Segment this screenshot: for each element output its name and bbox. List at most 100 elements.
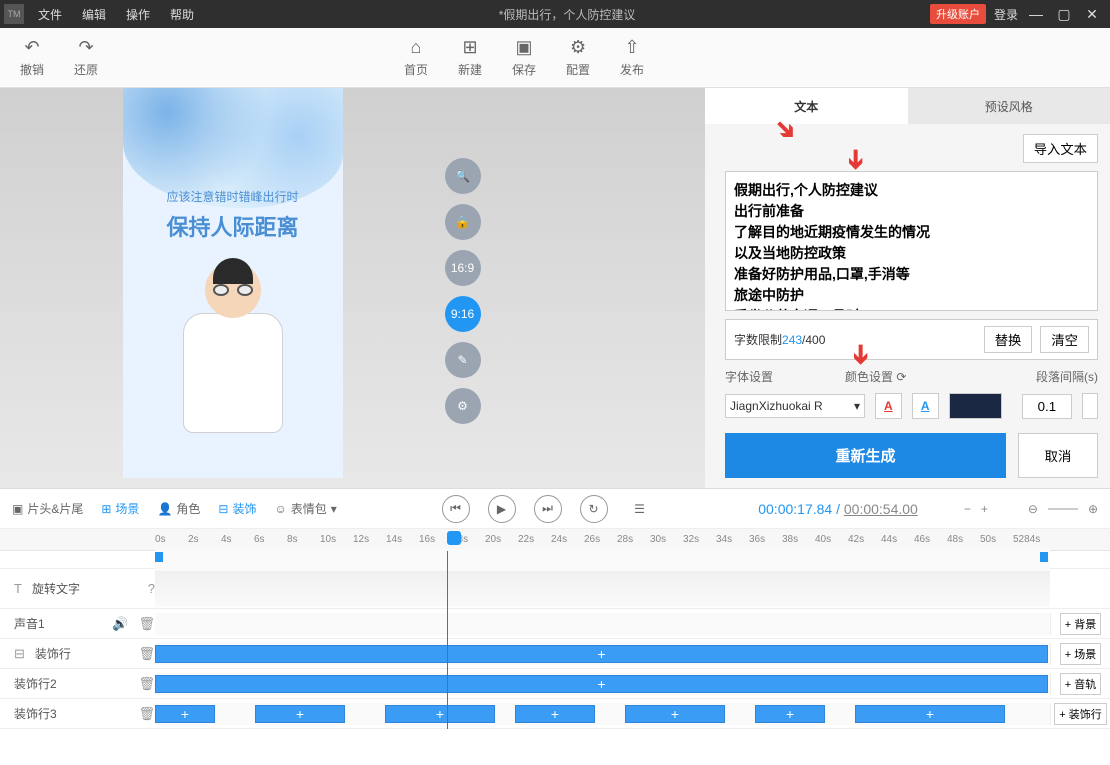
- skip-end-button[interactable]: ⏭: [534, 495, 562, 523]
- spacing-label: 段落间隔(s): [1036, 368, 1098, 385]
- regenerate-button[interactable]: 重新生成: [725, 433, 1006, 478]
- redo-icon: ↷: [78, 37, 93, 58]
- text-line: 乘坐公共交通工具时: [734, 306, 1089, 311]
- save-button[interactable]: ▣保存: [512, 37, 536, 78]
- zoom-in-icon[interactable]: ⊕: [1088, 502, 1098, 516]
- publish-icon: ⇧: [624, 37, 639, 58]
- menu-help[interactable]: 帮助: [160, 6, 204, 23]
- tab-emoji[interactable]: ☺表情包 ▾: [274, 500, 336, 517]
- text-color-a-button[interactable]: A: [875, 393, 902, 419]
- home-button[interactable]: ⌂首页: [404, 37, 428, 78]
- track-label-decor: 装饰行: [35, 645, 71, 662]
- login-button[interactable]: 登录: [994, 6, 1018, 23]
- time-plus-button[interactable]: +: [981, 502, 988, 516]
- decor-row-icon: ⊟: [14, 646, 25, 662]
- refresh-icon[interactable]: ⟳: [896, 370, 906, 384]
- playhead-marker[interactable]: [447, 531, 461, 545]
- font-select[interactable]: JiagnXizhuokai R▾: [725, 394, 865, 418]
- zoom-out-icon[interactable]: ⊖: [1028, 502, 1038, 516]
- maximize-icon[interactable]: ▢: [1054, 6, 1074, 23]
- sound-track[interactable]: [155, 613, 1050, 635]
- track-label-decor2: 装饰行2: [14, 675, 57, 692]
- text-line: 出行前准备: [734, 201, 1089, 222]
- track-label-decor3: 装饰行3: [14, 705, 57, 722]
- role-icon: 👤: [157, 502, 172, 516]
- clear-button[interactable]: 清空: [1040, 326, 1089, 353]
- upgrade-button[interactable]: 升级账户: [930, 4, 986, 24]
- text-line: 假期出行,个人防控建议: [734, 180, 1089, 201]
- aspect-916-button[interactable]: 9:16: [445, 296, 481, 332]
- scene-icon: ⊞: [101, 502, 111, 516]
- add-decor-row-button[interactable]: + 装饰行: [1054, 703, 1106, 725]
- text-line: 准备好防护用品,口罩,手消等: [734, 264, 1089, 285]
- add-background-button[interactable]: + 背景: [1060, 613, 1101, 635]
- aspect-169-button[interactable]: 16:9: [445, 250, 481, 286]
- add-scene-button[interactable]: + 场景: [1060, 643, 1101, 665]
- trash-icon[interactable]: 🗑: [138, 616, 155, 632]
- tab-preset-style[interactable]: 预设风格: [908, 88, 1110, 124]
- char-limit-label: 字数限制243/400: [734, 331, 976, 348]
- add-audio-track-button[interactable]: + 音轨: [1060, 673, 1101, 695]
- close-icon[interactable]: ✕: [1082, 6, 1102, 23]
- track-label-rotate-text: 旋转文字: [32, 580, 80, 597]
- text-content-box[interactable]: 假期出行,个人防控建议 出行前准备 了解目的地近期疫情发生的情况 以及当地防控政…: [725, 171, 1098, 311]
- canvas-lock-icon[interactable]: 🔒: [445, 204, 481, 240]
- undo-button[interactable]: ↶撤销: [20, 37, 44, 78]
- headtail-icon: ▣: [12, 502, 23, 516]
- help-icon[interactable]: ?: [148, 581, 155, 596]
- tab-decor[interactable]: ⊟装饰: [218, 500, 256, 517]
- canvas-edit-icon[interactable]: ✎: [445, 342, 481, 378]
- decor-track-2[interactable]: +: [155, 673, 1050, 695]
- decor-track[interactable]: +: [155, 643, 1050, 665]
- loop-button[interactable]: ↻: [580, 495, 608, 523]
- menu-edit[interactable]: 编辑: [72, 6, 116, 23]
- canvas-preview[interactable]: 应该注意错时错峰出行时 保持人际距离: [123, 88, 343, 478]
- decor-track-3[interactable]: + + + + + + +: [155, 703, 1050, 725]
- canvas-zoom-icon[interactable]: 🔍: [445, 158, 481, 194]
- time-minus-button[interactable]: −: [964, 502, 971, 516]
- play-button[interactable]: ▶: [488, 495, 516, 523]
- scene-marker-track[interactable]: [155, 549, 1050, 571]
- speaker-icon[interactable]: 🔊: [112, 616, 128, 632]
- text-color-b-button[interactable]: A: [912, 393, 939, 419]
- font-setting-label: 字体设置: [725, 368, 835, 385]
- redo-button[interactable]: ↷还原: [74, 37, 98, 78]
- track-label-sound1: 声音1: [14, 615, 45, 632]
- canvas-area[interactable]: 应该注意错时错峰出行时 保持人际距离 🔍 🔒 16:9 9:16 ✎ ⚙: [0, 88, 705, 488]
- emoji-icon: ☺: [274, 502, 286, 516]
- playhead-line[interactable]: [447, 551, 448, 729]
- tab-scene[interactable]: ⊞场景: [101, 500, 139, 517]
- tab-headtail[interactable]: ▣片头&片尾: [12, 500, 83, 517]
- doctor-illustration: [173, 262, 293, 442]
- new-button[interactable]: ⊞新建: [458, 37, 482, 78]
- spacing-spinner[interactable]: [1082, 393, 1098, 419]
- new-icon: ⊞: [462, 37, 477, 58]
- save-icon: ▣: [516, 37, 533, 58]
- menu-file[interactable]: 文件: [28, 6, 72, 23]
- gear-icon: ⚙: [570, 37, 586, 58]
- app-logo: TM: [4, 4, 24, 24]
- tab-role[interactable]: 👤角色: [157, 500, 200, 517]
- publish-button[interactable]: ⇧发布: [620, 37, 644, 78]
- replace-button[interactable]: 替换: [984, 326, 1033, 353]
- undo-icon: ↶: [24, 37, 39, 58]
- cancel-button[interactable]: 取消: [1018, 433, 1098, 478]
- layers-button[interactable]: ☰: [626, 495, 654, 523]
- minimize-icon[interactable]: —: [1026, 6, 1046, 22]
- skip-start-button[interactable]: ⏮: [442, 495, 470, 523]
- chevron-down-icon: ▾: [854, 399, 860, 413]
- color-swatch[interactable]: [949, 393, 1002, 419]
- time-display: 00:00:17.84 / 00:00:54.00: [758, 501, 918, 517]
- rotate-text-icon: T: [14, 581, 22, 596]
- trash-icon[interactable]: 🗑: [138, 706, 155, 722]
- spacing-input[interactable]: [1022, 394, 1072, 419]
- trash-icon[interactable]: 🗑: [138, 646, 155, 662]
- trash-icon[interactable]: 🗑: [138, 676, 155, 692]
- menu-action[interactable]: 操作: [116, 6, 160, 23]
- import-text-button[interactable]: 导入文本: [1023, 134, 1098, 163]
- config-button[interactable]: ⚙配置: [566, 37, 590, 78]
- text-preview-track[interactable]: [155, 571, 1050, 607]
- text-line: 旅途中防护: [734, 285, 1089, 306]
- canvas-settings-icon[interactable]: ⚙: [445, 388, 481, 424]
- tab-text[interactable]: 文本: [705, 88, 908, 124]
